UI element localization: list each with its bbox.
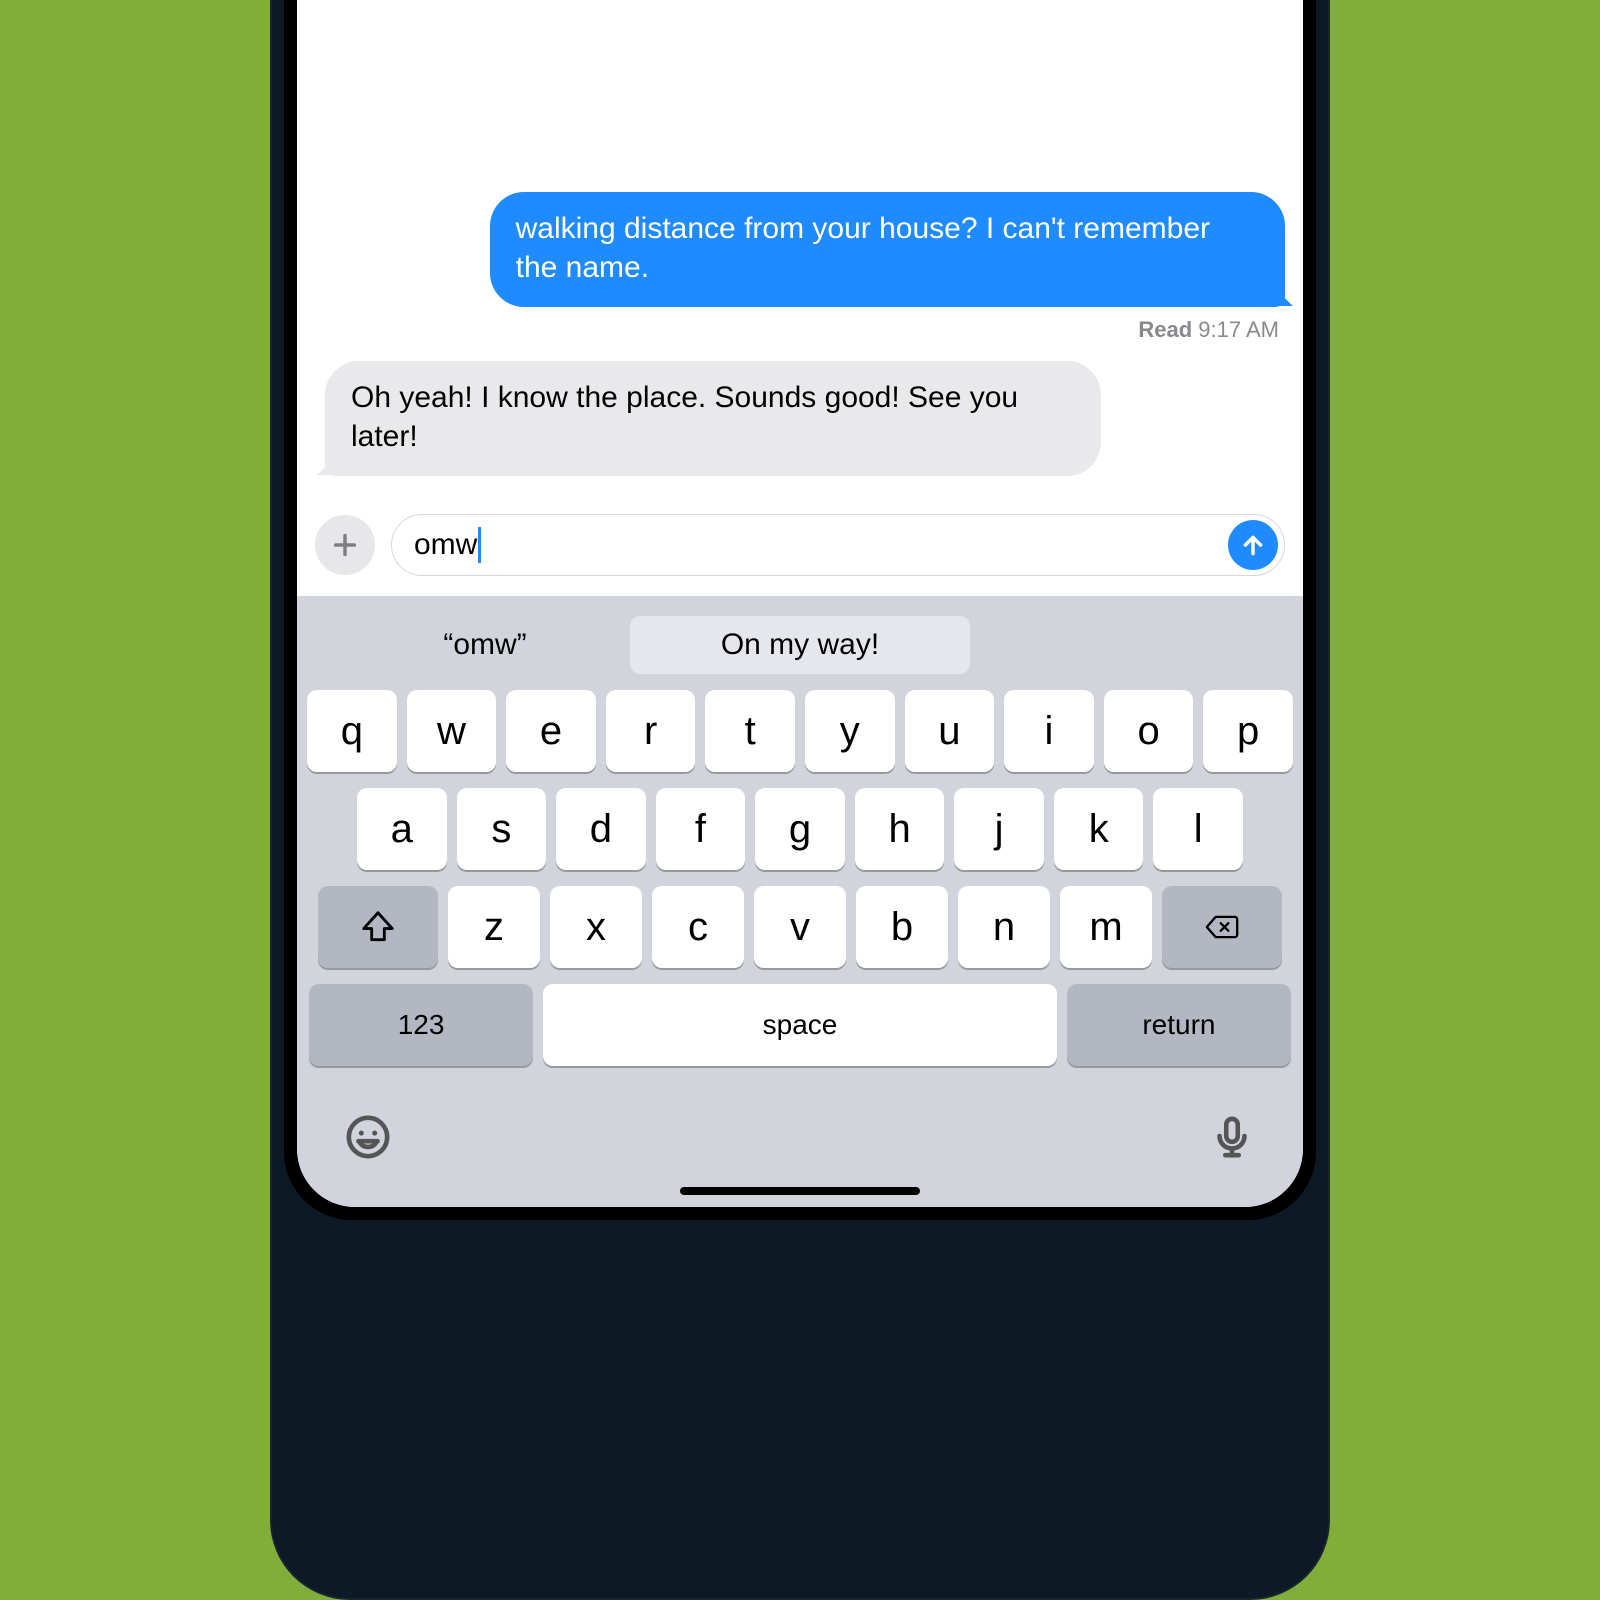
key-a[interactable]: a <box>357 788 447 870</box>
phone-frame: walking distance from your house? I can'… <box>270 0 1330 1600</box>
phone-bezel: walking distance from your house? I can'… <box>284 0 1316 1220</box>
emoji-icon <box>345 1114 391 1160</box>
key-i[interactable]: i <box>1004 690 1094 772</box>
key-e[interactable]: e <box>506 690 596 772</box>
compose-bar: omw <box>297 508 1303 596</box>
key-n[interactable]: n <box>958 886 1050 968</box>
key-w[interactable]: w <box>407 690 497 772</box>
keyboard-row-1: q w e r t y u i o p <box>307 690 1293 772</box>
key-d[interactable]: d <box>556 788 646 870</box>
backspace-key[interactable] <box>1162 886 1282 968</box>
compose-input[interactable]: omw <box>414 527 1228 563</box>
key-s[interactable]: s <box>457 788 547 870</box>
return-key[interactable]: return <box>1067 984 1291 1066</box>
key-r[interactable]: r <box>606 690 696 772</box>
key-p[interactable]: p <box>1203 690 1293 772</box>
key-o[interactable]: o <box>1104 690 1194 772</box>
message-sent-text: walking distance from your house? I can'… <box>516 212 1210 283</box>
key-u[interactable]: u <box>905 690 995 772</box>
suggestion-bar: “omw” On my way! <box>305 608 1295 690</box>
key-v[interactable]: v <box>754 886 846 968</box>
message-received[interactable]: Oh yeah! I know the place. Sounds good! … <box>325 361 1101 476</box>
home-indicator[interactable] <box>680 1187 920 1195</box>
key-m[interactable]: m <box>1060 886 1152 968</box>
plus-icon <box>331 531 359 559</box>
add-button[interactable] <box>315 515 375 575</box>
conversation-area[interactable]: walking distance from your house? I can'… <box>297 0 1303 508</box>
keyboard: “omw” On my way! q w e r t y u i o p <box>297 596 1303 1092</box>
suggestion-literal[interactable]: “omw” <box>340 616 630 674</box>
backspace-icon <box>1203 908 1241 946</box>
compose-field[interactable]: omw <box>391 514 1285 576</box>
send-button[interactable] <box>1228 520 1278 570</box>
key-b[interactable]: b <box>856 886 948 968</box>
suggestion-empty <box>970 616 1260 674</box>
key-k[interactable]: k <box>1054 788 1144 870</box>
numbers-key[interactable]: 123 <box>309 984 533 1066</box>
key-h[interactable]: h <box>855 788 945 870</box>
shift-key[interactable] <box>318 886 438 968</box>
compose-value: omw <box>414 528 477 562</box>
arrow-up-icon <box>1240 531 1266 559</box>
key-g[interactable]: g <box>755 788 845 870</box>
emoji-button[interactable] <box>345 1114 391 1165</box>
shift-icon <box>359 908 397 946</box>
key-f[interactable]: f <box>656 788 746 870</box>
phone-screen: walking distance from your house? I can'… <box>297 0 1303 1207</box>
key-q[interactable]: q <box>307 690 397 772</box>
key-z[interactable]: z <box>448 886 540 968</box>
keyboard-row-3: z x c v b n m <box>307 886 1293 968</box>
key-j[interactable]: j <box>954 788 1044 870</box>
read-receipt: Read 9:17 AM <box>1138 317 1279 343</box>
read-time: 9:17 AM <box>1198 317 1279 342</box>
suggestion-replacement[interactable]: On my way! <box>630 616 970 674</box>
key-t[interactable]: t <box>705 690 795 772</box>
dictation-button[interactable] <box>1209 1114 1255 1165</box>
message-received-text: Oh yeah! I know the place. Sounds good! … <box>351 381 1018 452</box>
key-c[interactable]: c <box>652 886 744 968</box>
read-label: Read <box>1138 317 1192 342</box>
microphone-icon <box>1209 1114 1255 1160</box>
keyboard-row-bottom: 123 space return <box>307 984 1293 1066</box>
key-l[interactable]: l <box>1153 788 1243 870</box>
message-sent[interactable]: walking distance from your house? I can'… <box>490 192 1285 307</box>
space-key[interactable]: space <box>543 984 1057 1066</box>
key-y[interactable]: y <box>805 690 895 772</box>
key-x[interactable]: x <box>550 886 642 968</box>
keyboard-footer-wrap <box>297 1092 1303 1207</box>
text-caret <box>478 527 481 563</box>
keyboard-footer <box>297 1092 1303 1173</box>
keyboard-row-2: a s d f g h j k l <box>307 788 1293 870</box>
keyboard-rows: q w e r t y u i o p a s d f g h <box>305 690 1295 1066</box>
